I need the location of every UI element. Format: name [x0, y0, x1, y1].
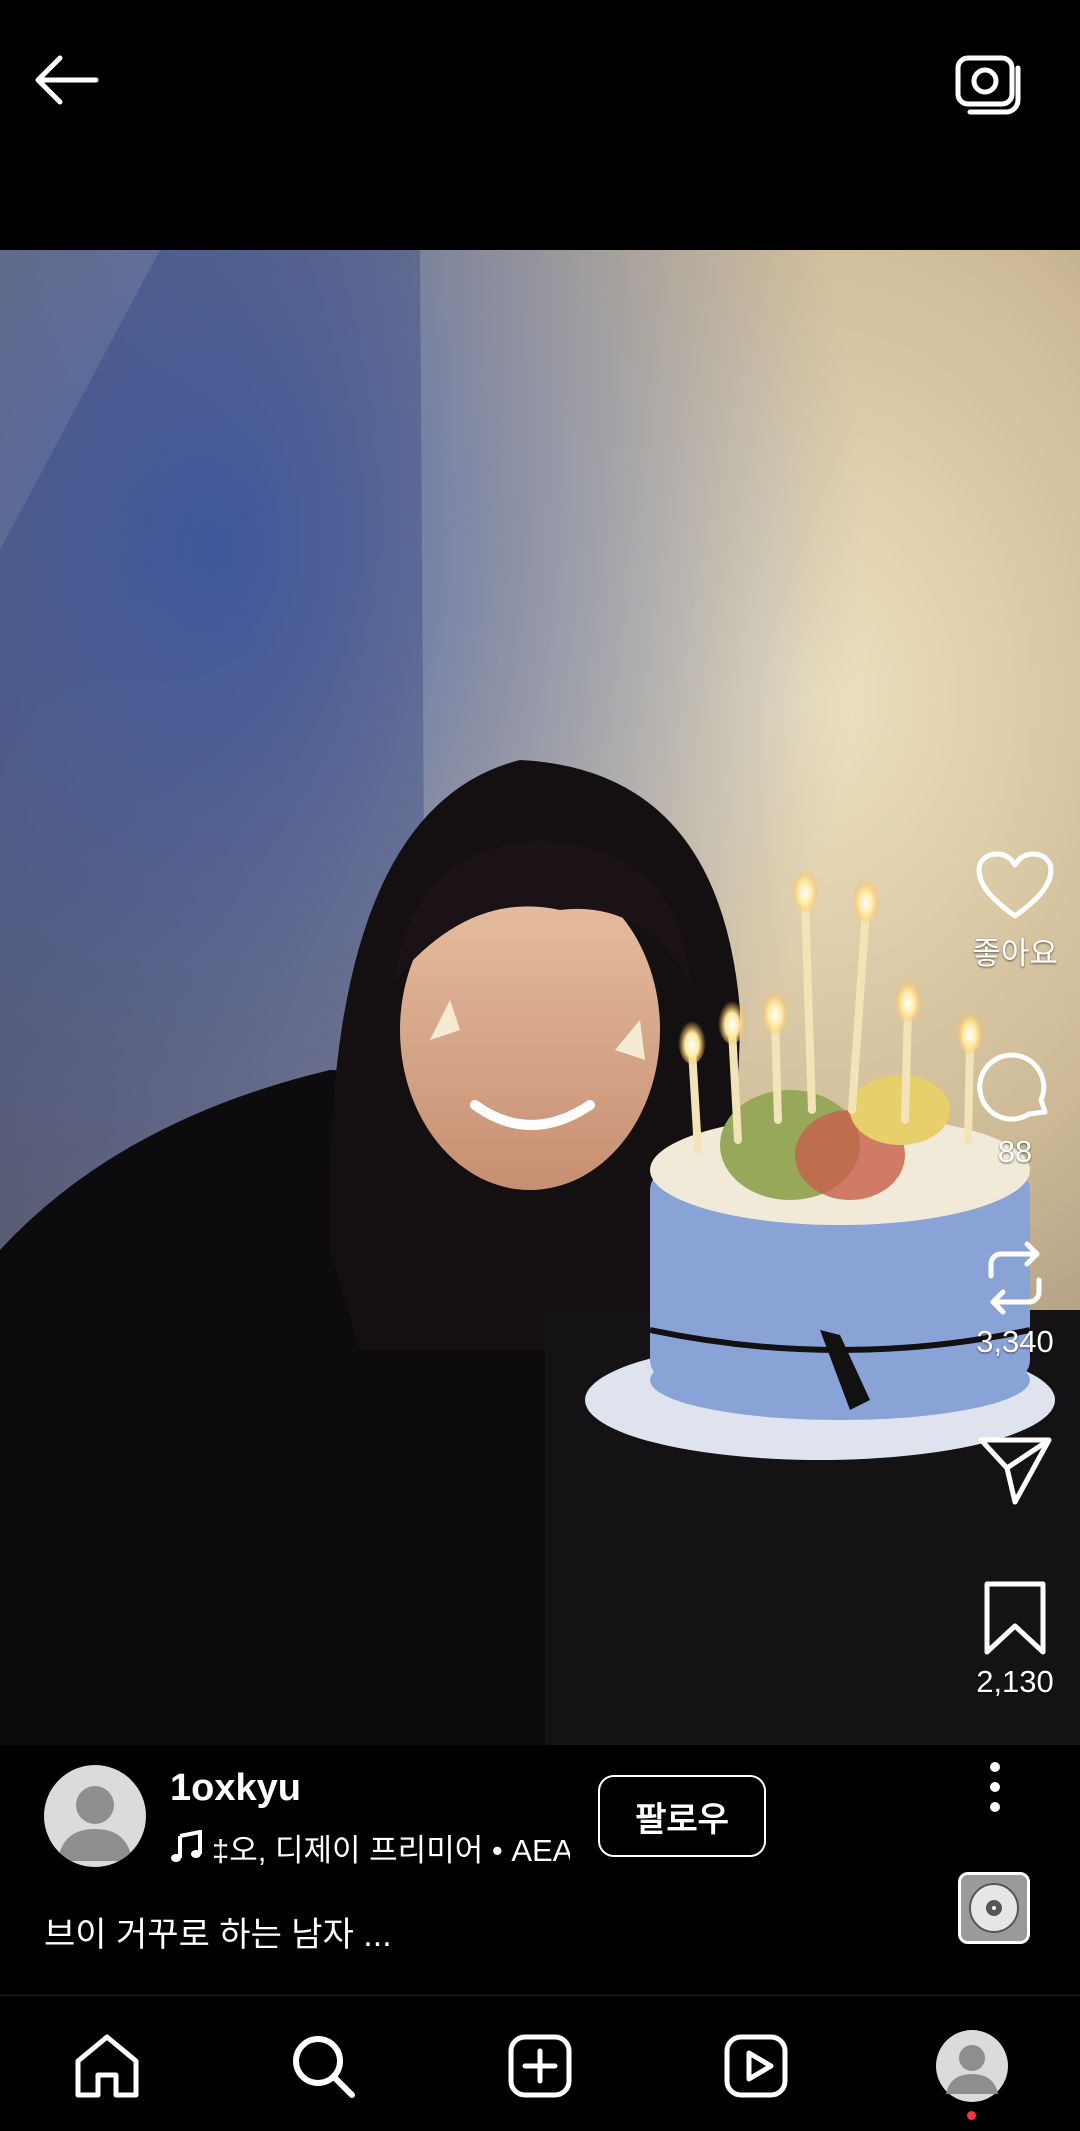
save-count: 2,130 [976, 1664, 1054, 1699]
profile-icon [936, 2030, 1008, 2102]
nav-create[interactable] [500, 2026, 580, 2106]
music-note-icon [171, 1830, 202, 1862]
reel-video[interactable] [0, 250, 1080, 1745]
reels-icon [724, 2034, 788, 2098]
nav-profile[interactable] [932, 2026, 1012, 2106]
comment-button[interactable]: 88 [950, 1048, 1080, 1170]
nav-home[interactable] [67, 2026, 147, 2106]
back-button[interactable] [24, 42, 108, 126]
more-options-button[interactable] [980, 1760, 1010, 1814]
notification-dot [967, 2111, 976, 2120]
follow-button[interactable]: 팔로우 [598, 1775, 766, 1857]
music-info[interactable]: ‡오, 디제이 프리미어 • AEA [170, 1825, 570, 1869]
reel-image [0, 250, 1080, 1745]
repost-count: 3,340 [976, 1324, 1054, 1359]
bottom-navigation [0, 1995, 1080, 2131]
camera-icon [955, 55, 1021, 115]
repost-icon [988, 1241, 1042, 1315]
paper-plane-icon [978, 1437, 1052, 1505]
comment-icon [977, 1052, 1048, 1122]
default-avatar-icon [58, 1786, 132, 1861]
more-vertical-icon [990, 1762, 1000, 1812]
heart-icon [976, 851, 1054, 919]
search-icon [293, 2036, 355, 2098]
nav-reels[interactable] [716, 2026, 796, 2106]
share-button[interactable] [950, 1430, 1080, 1510]
like-label: 좋아요 [972, 936, 1058, 971]
comment-count: 88 [997, 1134, 1033, 1169]
music-text: ‡오, 디제이 프리미어 • AEA [212, 1832, 570, 1868]
top-bar [0, 0, 1080, 250]
create-icon [508, 2034, 572, 2098]
audio-thumbnail[interactable] [958, 1872, 1030, 1944]
nav-search[interactable] [283, 2026, 363, 2106]
post-info: 1oxkyu ‡오, 디제이 프리미어 • AEA 팔로우 브이 거꾸로 하는 … [0, 1745, 1080, 1995]
caption[interactable]: 브이 거꾸로 하는 남자 ... [44, 1907, 392, 1956]
username[interactable]: 1oxkyu [170, 1767, 301, 1810]
repost-button[interactable]: 3,340 [950, 1238, 1080, 1360]
arrow-left-icon [35, 55, 99, 105]
save-button[interactable]: 2,130 [950, 1578, 1080, 1700]
record-icon [961, 1875, 1027, 1941]
bookmark-icon [984, 1581, 1046, 1655]
like-button[interactable]: 좋아요 [950, 850, 1080, 973]
camera-button[interactable] [948, 42, 1032, 126]
home-icon [75, 2034, 139, 2098]
avatar[interactable] [44, 1765, 146, 1867]
